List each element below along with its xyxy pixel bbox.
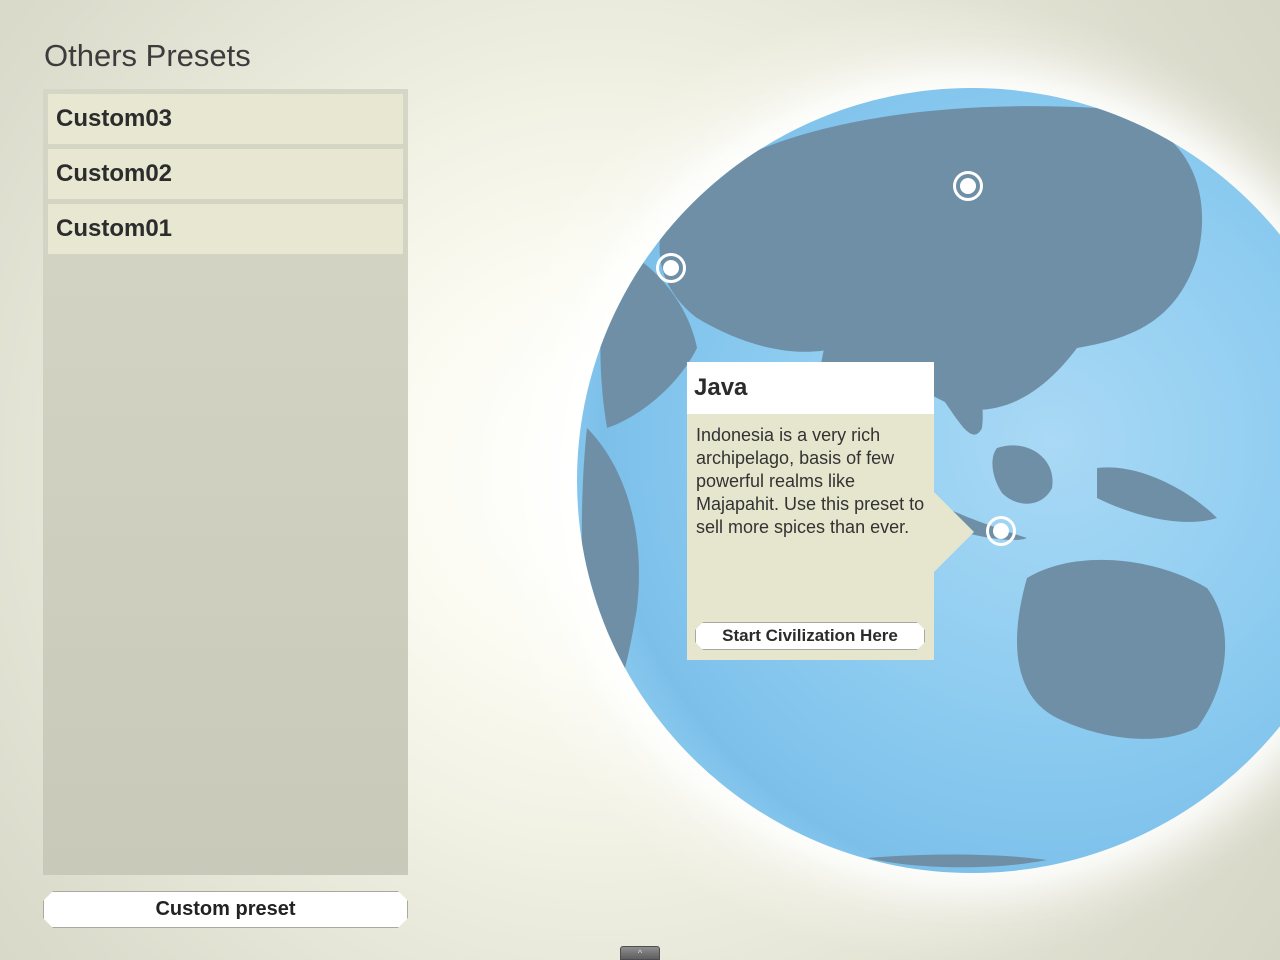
marker-dot bbox=[663, 260, 679, 276]
preset-item-custom03[interactable]: Custom03 bbox=[48, 94, 403, 144]
custom-preset-button[interactable]: Custom preset bbox=[43, 891, 408, 928]
preset-list: Custom03 Custom02 Custom01 bbox=[43, 89, 408, 875]
start-civilization-button[interactable]: Start Civilization Here bbox=[695, 622, 925, 650]
preset-item-custom01[interactable]: Custom01 bbox=[48, 204, 403, 254]
preset-item-custom02[interactable]: Custom02 bbox=[48, 149, 403, 199]
location-marker-java[interactable] bbox=[986, 516, 1016, 546]
marker-dot bbox=[960, 178, 976, 194]
chevron-up-icon: ^ bbox=[637, 948, 643, 958]
tooltip-description: Indonesia is a very rich archipelago, ba… bbox=[696, 425, 925, 537]
marker-dot bbox=[993, 523, 1009, 539]
panel-title: Others Presets bbox=[44, 38, 251, 73]
tooltip-pointer bbox=[934, 492, 974, 572]
tooltip-title: Java bbox=[687, 362, 934, 414]
location-marker-north-asia[interactable] bbox=[953, 171, 983, 201]
bottom-drawer-handle[interactable]: ^ bbox=[620, 946, 660, 960]
location-tooltip: Java Indonesia is a very rich archipelag… bbox=[687, 362, 934, 660]
location-marker-mediterranean[interactable] bbox=[656, 253, 686, 283]
